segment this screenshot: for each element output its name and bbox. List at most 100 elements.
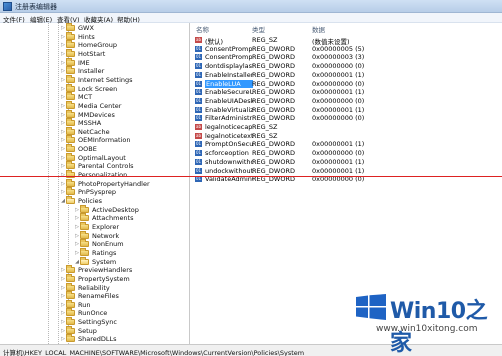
tree-item-label: OOBE: [78, 145, 97, 154]
registry-value-row[interactable]: 01EnableUIADeskt...REG_DWORD 0x00000000 (…: [191, 97, 502, 105]
folder-icon: [80, 213, 89, 222]
column-header-name[interactable]: 名称: [196, 24, 209, 34]
dword-value-icon: 01: [195, 158, 202, 165]
tree-item-label: GWX: [78, 24, 94, 32]
tree-item[interactable]: ▷ Run: [60, 299, 91, 309]
value-data: 0x00000003 (3): [312, 53, 365, 62]
window-title: 注册表编辑器: [15, 3, 57, 11]
tree-item[interactable]: ◢ System: [74, 256, 117, 266]
tree-item[interactable]: ▷ SharedDLLs: [60, 334, 117, 343]
value-name: legalnoticetext: [205, 131, 253, 140]
tree-item-label: Explorer: [92, 222, 120, 231]
tree-item-label: Internet Settings: [78, 75, 133, 84]
registry-value-row[interactable]: 01EnableInstallerD...REG_DWORD 0x00000001…: [191, 71, 502, 79]
tree-item-label: MMDevices: [78, 110, 115, 119]
registry-value-row[interactable]: 01 scforceoption REG_DWORD 0x00000000 (0): [191, 149, 502, 157]
tree-item-label: Ratings: [92, 248, 117, 257]
value-name: EnableVirtualiz...: [205, 105, 253, 114]
folder-icon: [66, 144, 75, 153]
value-data: 0x00000001 (1): [312, 105, 365, 114]
folder-icon: [66, 83, 75, 92]
registry-value-row[interactable]: 01EnableVirtualiz...REG_DWORD 0x00000001 …: [191, 106, 502, 114]
registry-value-row[interactable]: 01ConsentPrompt...REG_DWORD 0x00000005 (5…: [191, 45, 502, 53]
folder-icon: [80, 239, 89, 248]
value-name: legalnoticecapti...: [205, 123, 253, 131]
value-data: 0x00000000 (0): [312, 79, 365, 88]
registry-value-row[interactable]: ab (默认) REG_SZ (数值未设置): [191, 36, 502, 46]
folder-icon: [66, 66, 75, 75]
folder-icon: [66, 282, 75, 291]
value-type: REG_DWORD: [252, 166, 295, 175]
dword-value-icon: 01: [195, 45, 202, 52]
dword-value-icon: 01: [195, 167, 202, 174]
value-name: undockwithoutl...: [205, 166, 253, 175]
registry-value-row[interactable]: 01shutdownwitho...REG_DWORD 0x00000001 (1…: [191, 158, 502, 166]
value-type: REG_DWORD: [252, 70, 295, 79]
value-name: EnableSecureUIA...: [205, 88, 253, 97]
registry-value-row[interactable]: 01PromptOnSecur...REG_DWORD 0x00000001 (1…: [191, 140, 502, 148]
registry-key-tree[interactable]: ▷ GWX ▷ Hints ▷ HomeGroup ▷ HotStart ▷ IME ▷ Instal…: [0, 23, 190, 344]
column-header-data[interactable]: 数据: [312, 24, 325, 34]
dword-value-icon: 01: [195, 115, 202, 122]
dword-value-icon: 01: [195, 106, 202, 113]
folder-icon: [66, 308, 75, 317]
value-data: 0x00000001 (1): [312, 70, 365, 79]
folder-icon: [66, 273, 75, 282]
tree-item-label: Run: [78, 300, 91, 309]
folder-icon: [66, 265, 75, 274]
value-type: REG_DWORD: [252, 62, 295, 71]
folder-icon: [66, 291, 75, 300]
value-name: dontdisplaylastu...: [205, 62, 253, 71]
folder-icon: [66, 161, 75, 170]
folder-icon: [66, 334, 75, 343]
registry-value-row[interactable]: 01FilterAdministra...REG_DWORD 0x00000000…: [191, 114, 502, 122]
folder-icon: [80, 204, 89, 213]
folder-icon: [66, 187, 75, 196]
dword-value-icon: 01: [195, 71, 202, 78]
tree-item-label: MCT: [78, 93, 93, 102]
registry-value-row[interactable]: 01 EnableLUA REG_DWORD 0x00000000 (0): [191, 79, 502, 88]
menu-bar: 文件(F) 编辑(E) 查看(V) 收藏夹(A) 帮助(H): [0, 13, 502, 24]
tree-item-label: RenameFiles: [78, 292, 119, 301]
registry-value-row[interactable]: 01dontdisplaylastu...REG_DWORD 0x00000000…: [191, 62, 502, 70]
registry-value-row[interactable]: 01EnableSecureUIA...REG_DWORD 0x00000001 …: [191, 88, 502, 96]
tree-item-label: Parental Controls: [78, 162, 134, 171]
tree-item[interactable]: ▷ PhotoPropertyHandler: [60, 178, 150, 188]
value-data: 0x00000000 (0): [312, 62, 365, 71]
folder-icon: [80, 256, 89, 265]
tree-item[interactable]: ▷ IME: [60, 57, 90, 67]
value-type: REG_DWORD: [252, 53, 295, 62]
regedit-icon: [3, 2, 12, 11]
value-type: REG_DWORD: [252, 79, 295, 88]
value-data: 0x00000001 (1): [312, 166, 365, 175]
folder-icon: [66, 317, 75, 326]
folder-icon: [66, 135, 75, 144]
registry-value-row[interactable]: ab legalnoticetext REG_SZ: [191, 132, 502, 140]
registry-value-row[interactable]: ablegalnoticecapti...REG_SZ: [191, 123, 502, 131]
tree-item[interactable]: ▷ MCT: [60, 92, 93, 102]
red-guide-line: [0, 176, 502, 177]
folder-icon: [66, 57, 75, 66]
tree-item-label: Installer: [78, 67, 105, 76]
status-path: 计算机\HKEY_LOCAL_MACHINE\SOFTWARE\Microsof…: [3, 349, 305, 356]
tree-item-label: Media Center: [78, 101, 122, 110]
tree-item-label: System: [92, 257, 117, 266]
registry-value-row[interactable]: 01undockwithoutl...REG_DWORD 0x00000001 (…: [191, 167, 502, 175]
value-type: REG_DWORD: [252, 157, 295, 166]
tree-item-label: OptimalLayout: [78, 153, 126, 162]
folder-icon: [66, 31, 75, 40]
value-name: shutdownwitho...: [205, 157, 253, 166]
registry-value-row[interactable]: 01ConsentPrompt...REG_DWORD 0x00000003 (3…: [191, 53, 502, 61]
value-type: REG_DWORD: [252, 44, 295, 53]
tree-item-label: MSSHA: [78, 119, 102, 128]
tree-item-label: Network: [92, 231, 120, 240]
value-data: 0x00000001 (1): [312, 157, 365, 166]
folder-icon: [66, 152, 75, 161]
column-header-type[interactable]: 类型: [252, 24, 265, 34]
value-name: EnableLUA: [205, 79, 253, 88]
folder-icon: [66, 48, 75, 57]
value-data: 0x00000000 (0): [312, 114, 365, 123]
value-type: REG_DWORD: [252, 88, 295, 97]
value-name: ConsentPrompt...: [205, 53, 253, 62]
folder-icon: [66, 74, 75, 83]
